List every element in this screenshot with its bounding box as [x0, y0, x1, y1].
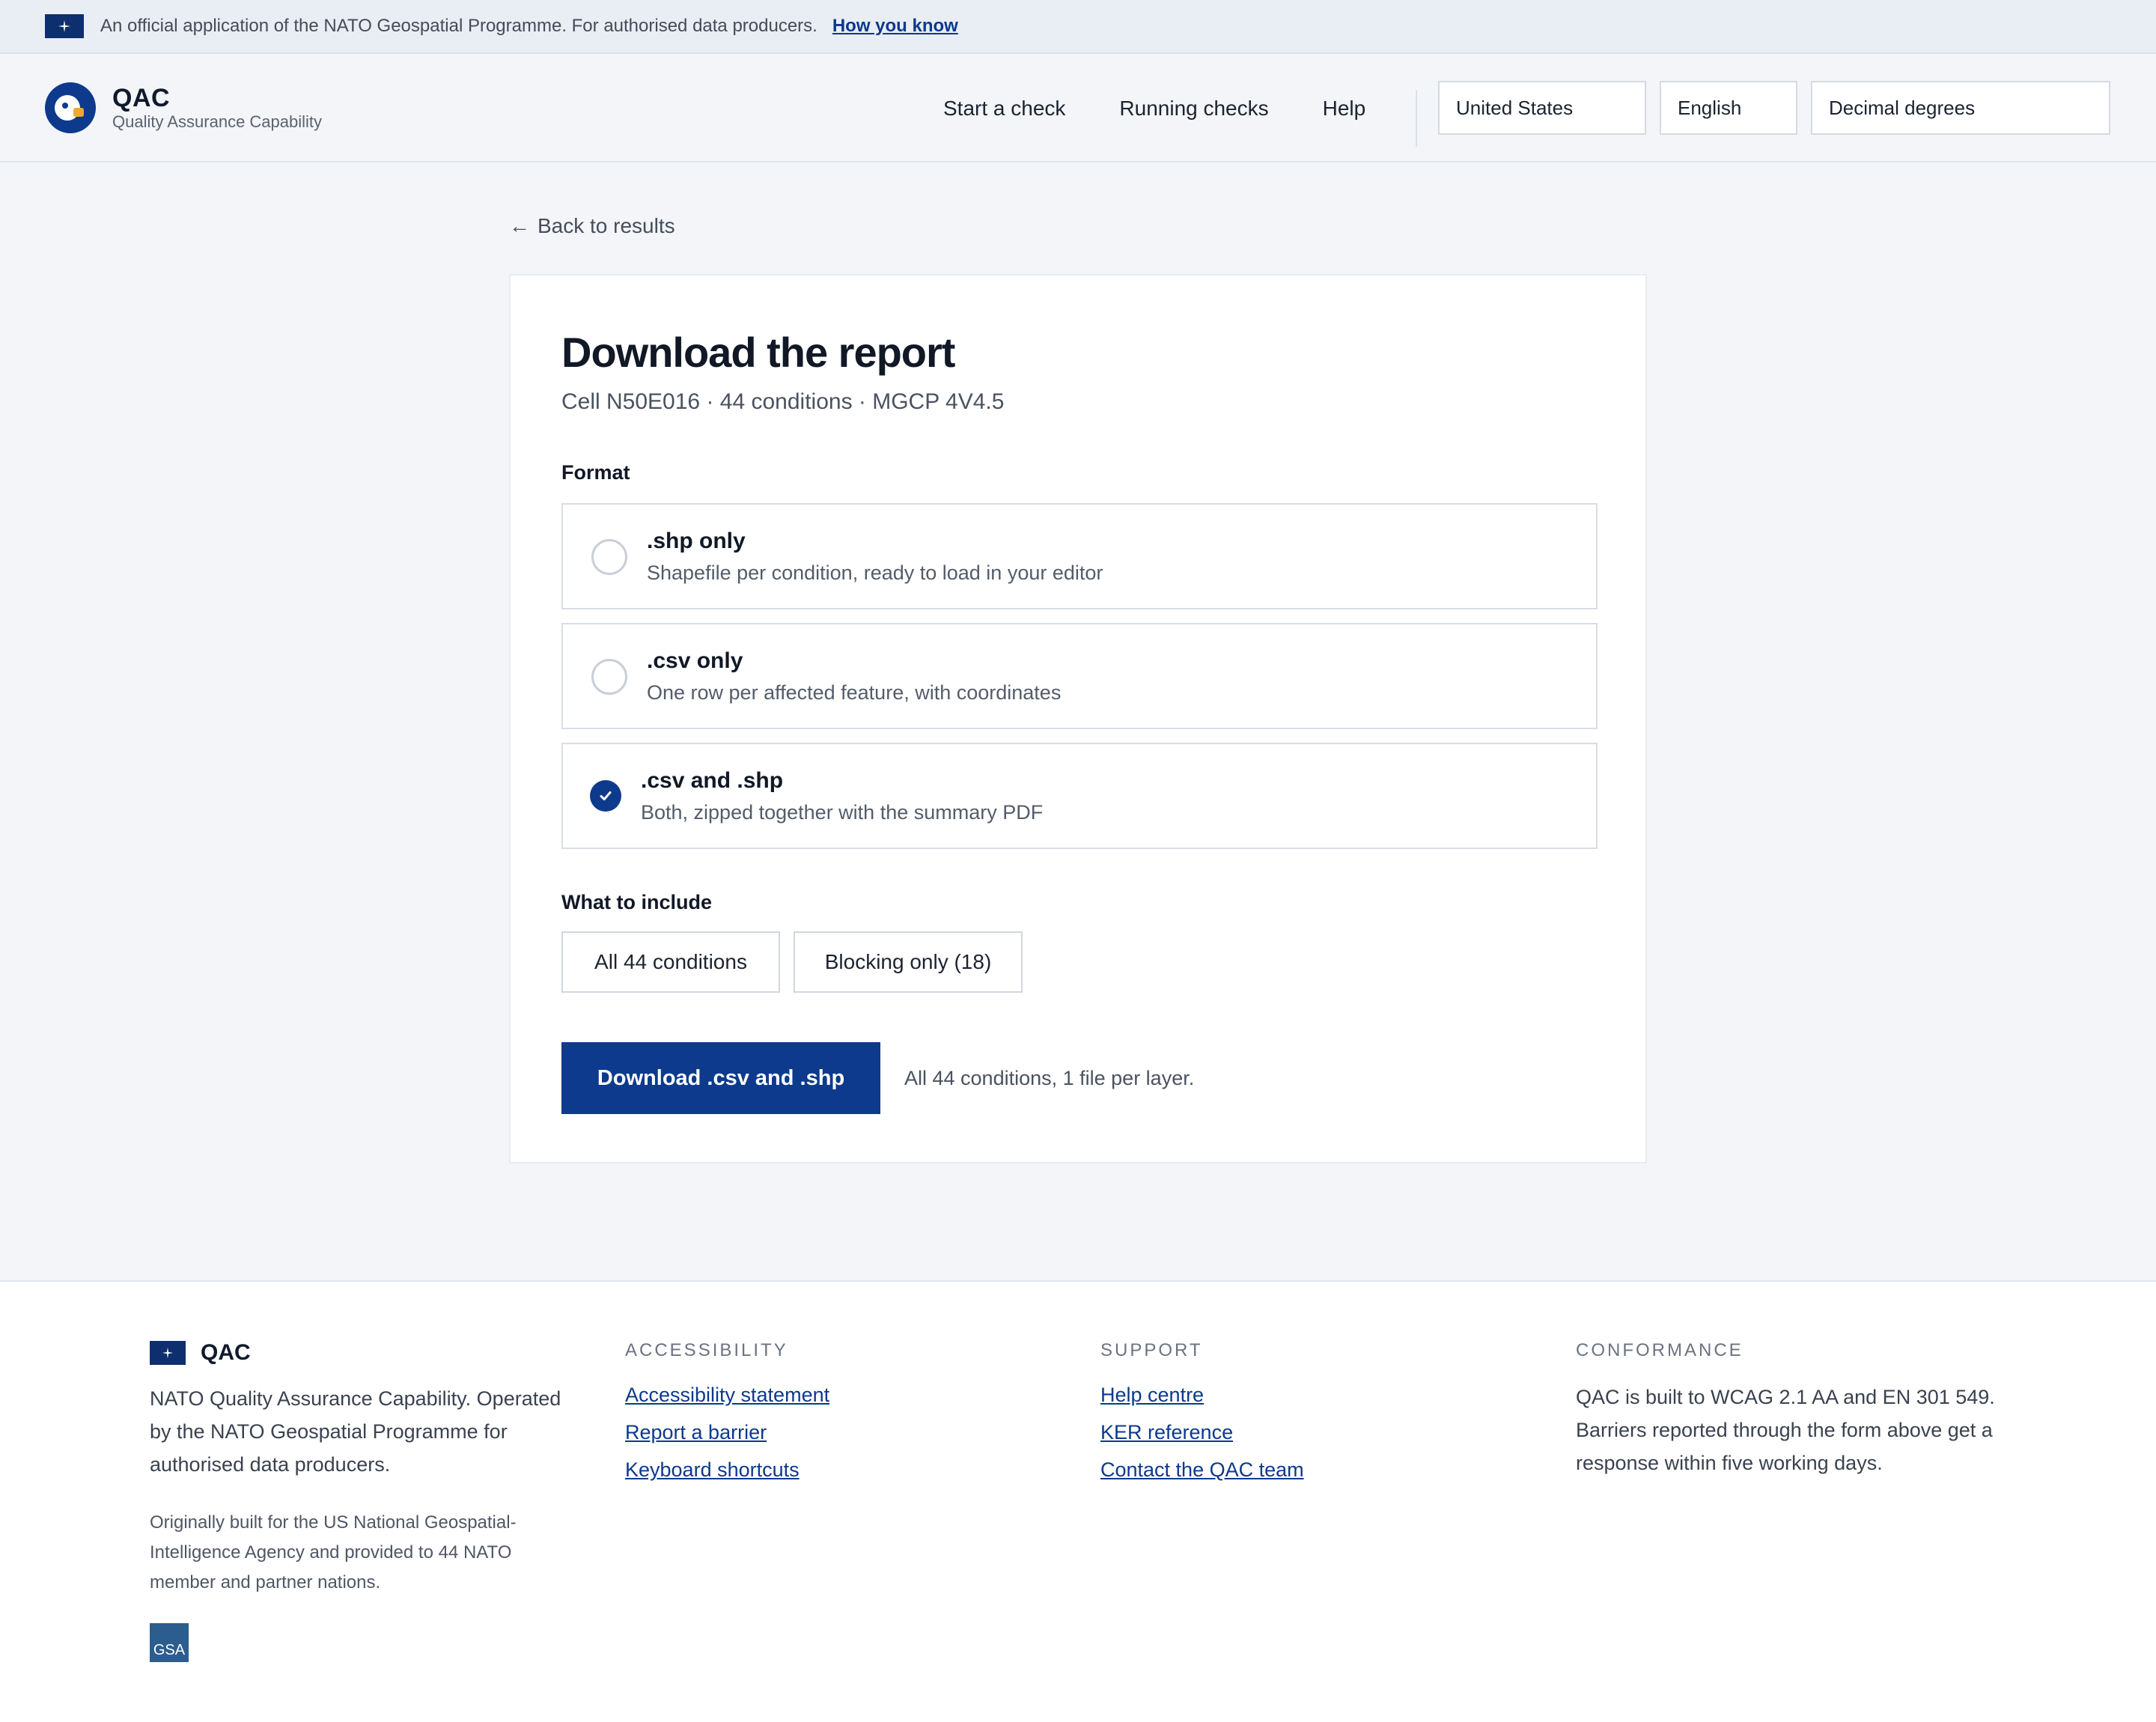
format-option-desc: Shapefile per condition, ready to load i… [647, 562, 1103, 584]
footer-conformance: CONFORMANCE QAC is built to WCAG 2.1 AA … [1576, 1340, 2025, 1479]
footer-brand-name: QAC [201, 1340, 251, 1365]
include-all-conditions-button[interactable]: All 44 conditions [561, 931, 780, 993]
format-option-csv[interactable]: .csv only One row per affected feature, … [561, 623, 1598, 729]
radio-unchecked-icon[interactable] [591, 659, 627, 695]
format-option-shp[interactable]: .shp only Shapefile per condition, ready… [561, 503, 1598, 609]
download-button[interactable]: Download .csv and .shp [561, 1042, 880, 1114]
footer-heading-conformance: CONFORMANCE [1576, 1340, 1744, 1360]
conformance-text: QAC is built to WCAG 2.1 AA and EN 301 5… [1576, 1386, 1995, 1474]
accessibility-statement-link[interactable]: Accessibility statement [625, 1376, 829, 1414]
official-banner: An official application of the NATO Geos… [0, 0, 2156, 54]
banner-text: An official application of the NATO Geos… [100, 16, 817, 36]
format-option-title: .csv only [647, 648, 743, 673]
help-centre-link[interactable]: Help centre [1100, 1376, 1304, 1414]
footer-support: SUPPORT Help centre KER reference Contac… [1100, 1340, 1304, 1488]
nato-flag-icon [45, 14, 84, 38]
keyboard-shortcuts-link[interactable]: Keyboard shortcuts [625, 1451, 829, 1488]
brand[interactable]: QAC Quality Assurance Capability [45, 82, 322, 133]
report-meta: Cell N50E016 · 44 conditions · MGCP 4V4.… [561, 389, 1005, 414]
nato-flag-icon [150, 1341, 186, 1365]
format-label: Format [561, 461, 630, 484]
nav-start-check[interactable]: Start a check [943, 97, 1065, 121]
main-nav: Start a check Running checks Help [943, 54, 1365, 162]
footer-heading-accessibility: ACCESSIBILITY [625, 1340, 788, 1360]
include-blocking-only-button[interactable]: Blocking only (18) [794, 931, 1023, 993]
format-option-title: .csv and .shp [641, 768, 784, 793]
contact-team-link[interactable]: Contact the QAC team [1100, 1451, 1304, 1488]
footer-origin: Originally built for the US National Geo… [150, 1512, 517, 1592]
radio-checked-icon[interactable] [590, 780, 621, 812]
back-link-label: Back to results [538, 214, 675, 237]
gsa-badge: GSA [150, 1623, 189, 1662]
footer-about: QAC NATO Quality Assurance Capability. O… [150, 1340, 569, 1662]
nav-divider [1416, 90, 1417, 147]
nav-help[interactable]: Help [1323, 97, 1366, 121]
qac-logo-icon [45, 82, 96, 133]
nav-running-checks[interactable]: Running checks [1119, 97, 1268, 121]
app-name: QAC [112, 83, 171, 112]
site-footer: QAC NATO Quality Assurance Capability. O… [0, 1280, 2156, 1722]
footer-description: NATO Quality Assurance Capability. Opera… [150, 1387, 561, 1476]
download-card: Download the report Cell N50E016 · 44 co… [509, 274, 1647, 1163]
ker-reference-link[interactable]: KER reference [1100, 1414, 1304, 1451]
footer-heading-support: SUPPORT [1100, 1340, 1203, 1360]
app-subtitle: Quality Assurance Capability [112, 112, 323, 131]
how-you-know-link[interactable]: How you know [832, 16, 958, 37]
format-option-desc: One row per affected feature, with coord… [647, 681, 1062, 704]
country-select[interactable]: United States [1438, 81, 1646, 135]
format-option-desc: Both, zipped together with the summary P… [641, 801, 1044, 824]
language-select[interactable]: English [1660, 81, 1797, 135]
include-label: What to include [561, 891, 712, 913]
report-barrier-link[interactable]: Report a barrier [625, 1414, 829, 1451]
radio-unchecked-icon[interactable] [591, 539, 627, 575]
format-option-title: .shp only [647, 529, 746, 553]
download-note: All 44 conditions, 1 file per layer. [904, 1067, 1195, 1089]
format-option-csv-shp[interactable]: .csv and .shp Both, zipped together with… [561, 743, 1598, 849]
coordinate-format-select[interactable]: Decimal degrees [1811, 81, 2110, 135]
back-to-results-link[interactable]: ← Back to results [509, 214, 675, 238]
page-title: Download the report [561, 329, 955, 376]
footer-accessibility: ACCESSIBILITY Accessibility statement Re… [625, 1340, 829, 1488]
header-selects: United States English Decimal degrees [1438, 81, 2110, 135]
arrow-left-icon: ← [509, 214, 530, 237]
